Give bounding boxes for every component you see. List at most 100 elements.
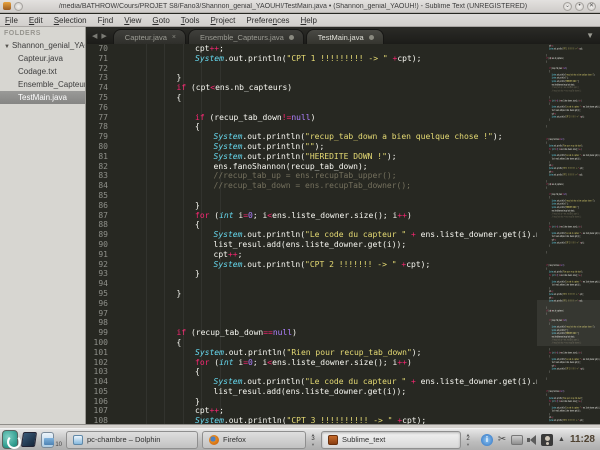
line-number: 108	[87, 416, 115, 424]
volume-icon[interactable]	[526, 434, 538, 446]
line-number: 91	[87, 250, 115, 260]
window-title: /media/BATHROW/Cours/PROJET S8/Fano3/Sha…	[27, 3, 559, 10]
line-number: 90	[87, 240, 115, 250]
sidebar-folders-panel: FOLDERS ▼Shannon_genial_YAOU Capteur.jav…	[0, 27, 86, 424]
tab-nav-arrows: ◀ ▶	[87, 32, 113, 44]
tab-close-icon[interactable]: ×	[172, 34, 176, 41]
tab-label: Ensemble_Capteurs.java	[200, 33, 284, 42]
system-tray: i✂	[481, 434, 553, 446]
user-icon[interactable]	[541, 434, 553, 446]
line-number: 93	[87, 269, 115, 279]
firefox-icon	[209, 435, 219, 445]
line-number: 76	[87, 103, 115, 113]
line-number: 79	[87, 132, 115, 142]
tab-modified-dot-icon[interactable]	[289, 35, 294, 40]
klipper-scissors-icon[interactable]: ✂	[496, 434, 508, 446]
sublime-icon	[328, 435, 338, 445]
tab-modified-dot-icon[interactable]	[369, 35, 374, 40]
menu-file[interactable]: File	[5, 16, 18, 25]
app-launcher-icon[interactable]	[2, 430, 18, 449]
line-number: 85	[87, 191, 115, 201]
line-number: 106	[87, 397, 115, 407]
sidebar-file-list: Capteur.javaCodage.txtEnsemble_CapteursT…	[0, 52, 85, 104]
code-editor[interactable]: 70cpt++;71System.out.println("CPT 1 !!!!…	[87, 44, 600, 424]
close-button[interactable]: ✕	[587, 2, 596, 11]
line-number: 94	[87, 279, 115, 289]
line-number: 77	[87, 113, 115, 123]
folder-badge: 10	[55, 442, 62, 450]
taskbar-button-pc-chambre-dolphin[interactable]: pc-chambre – Dolphin	[66, 431, 198, 449]
line-number: 101	[87, 348, 115, 358]
window-menu-button[interactable]	[14, 2, 23, 11]
sidebar-item-testmain-java[interactable]: TestMain.java	[0, 91, 85, 104]
line-number: 105	[87, 387, 115, 397]
line-number: 82	[87, 162, 115, 172]
menu-help[interactable]: Help	[301, 16, 317, 25]
minimap-viewport[interactable]	[537, 300, 600, 346]
line-number: 86	[87, 201, 115, 211]
line-number: 100	[87, 338, 115, 348]
clock[interactable]: 11:28	[570, 434, 595, 445]
network-icon[interactable]	[511, 434, 523, 446]
taskbar-button-sublime-text[interactable]: Sublime_text	[321, 431, 461, 449]
menu-tools[interactable]: Tools	[181, 16, 200, 25]
line-number: 83	[87, 171, 115, 181]
tab-label: Capteur.java	[125, 33, 167, 42]
sidebar-root-folder[interactable]: ▼Shannon_genial_YAOU	[0, 39, 85, 52]
tab-overflow-icon[interactable]: ▼	[586, 31, 600, 44]
menu-view[interactable]: View	[124, 16, 141, 25]
sidebar-item-ensemble-capteurs[interactable]: Ensemble_Capteurs	[0, 78, 85, 91]
tab-nav-right-icon[interactable]: ▶	[101, 32, 106, 40]
line-number: 74	[87, 83, 115, 93]
tab-nav-left-icon[interactable]: ◀	[92, 32, 97, 40]
menu-edit[interactable]: Edit	[29, 16, 43, 25]
panel-expander-icon[interactable]: ▲	[558, 436, 565, 443]
desktop-screen: /media/BATHROW/Cours/PROJET S8/Fano3/Sha…	[0, 0, 600, 450]
line-number: 78	[87, 122, 115, 132]
menu-project[interactable]: Project	[210, 16, 235, 25]
dolphin-icon	[73, 435, 83, 445]
line-number: 81	[87, 152, 115, 162]
task-label: Sublime_text	[342, 435, 385, 444]
taskbar-scroll-badge[interactable]: ▲3▼	[309, 432, 317, 447]
tab-testmain-java[interactable]: TestMain.java	[306, 29, 384, 44]
line-number: 92	[87, 260, 115, 270]
line-number: 71	[87, 54, 115, 64]
line-number: 75	[87, 93, 115, 103]
line-number: 95	[87, 289, 115, 299]
maximize-button[interactable]: •	[575, 2, 584, 11]
line-number: 84	[87, 181, 115, 191]
menu-selection[interactable]: Selection	[54, 16, 87, 25]
tab-capteur-java[interactable]: Capteur.java ×	[113, 29, 186, 44]
line-number: 96	[87, 299, 115, 309]
line-number: 89	[87, 230, 115, 240]
line-number: 88	[87, 220, 115, 230]
line-number: 98	[87, 318, 115, 328]
line-number: 72	[87, 64, 115, 74]
line-number: 73	[87, 73, 115, 83]
task-label: Firefox	[223, 435, 246, 444]
menu-find[interactable]: Find	[98, 16, 114, 25]
minimize-button[interactable]: ⌄	[563, 2, 572, 11]
line-number: 104	[87, 377, 115, 387]
tab-bar: ◀ ▶ Capteur.java × Ensemble_Capteurs.java T…	[87, 27, 600, 44]
tab-ensemble-capteurs-java[interactable]: Ensemble_Capteurs.java	[188, 29, 304, 44]
line-number: 70	[87, 44, 115, 54]
task-label: pc-chambre – Dolphin	[87, 435, 160, 444]
folder-shortcut-icon[interactable]	[41, 432, 54, 448]
info-icon[interactable]: i	[481, 434, 493, 446]
menu-preferences[interactable]: Preferences	[246, 16, 289, 25]
menu-bar: File Edit Selection Find View Goto Tools Projec…	[0, 14, 600, 27]
sidebar-item-capteur-java[interactable]: Capteur.java	[0, 52, 85, 65]
line-number: 102	[87, 358, 115, 368]
minimap[interactable]: cpt++;System.out.println("CPT 1 !!!!!!!!…	[537, 44, 600, 424]
sublime-text-app-icon	[3, 2, 11, 10]
menu-goto[interactable]: Goto	[152, 16, 169, 25]
show-desktop-icon[interactable]	[21, 432, 37, 447]
line-number: 107	[87, 406, 115, 416]
window-titlebar[interactable]: /media/BATHROW/Cours/PROJET S8/Fano3/Sha…	[0, 0, 600, 13]
taskbar-scroll-badge[interactable]: ▲2▼	[464, 432, 472, 447]
taskbar-button-firefox[interactable]: Firefox	[202, 431, 306, 449]
sidebar-item-codage-txt[interactable]: Codage.txt	[0, 65, 85, 78]
folder-expand-triangle-icon[interactable]: ▼	[4, 44, 10, 50]
